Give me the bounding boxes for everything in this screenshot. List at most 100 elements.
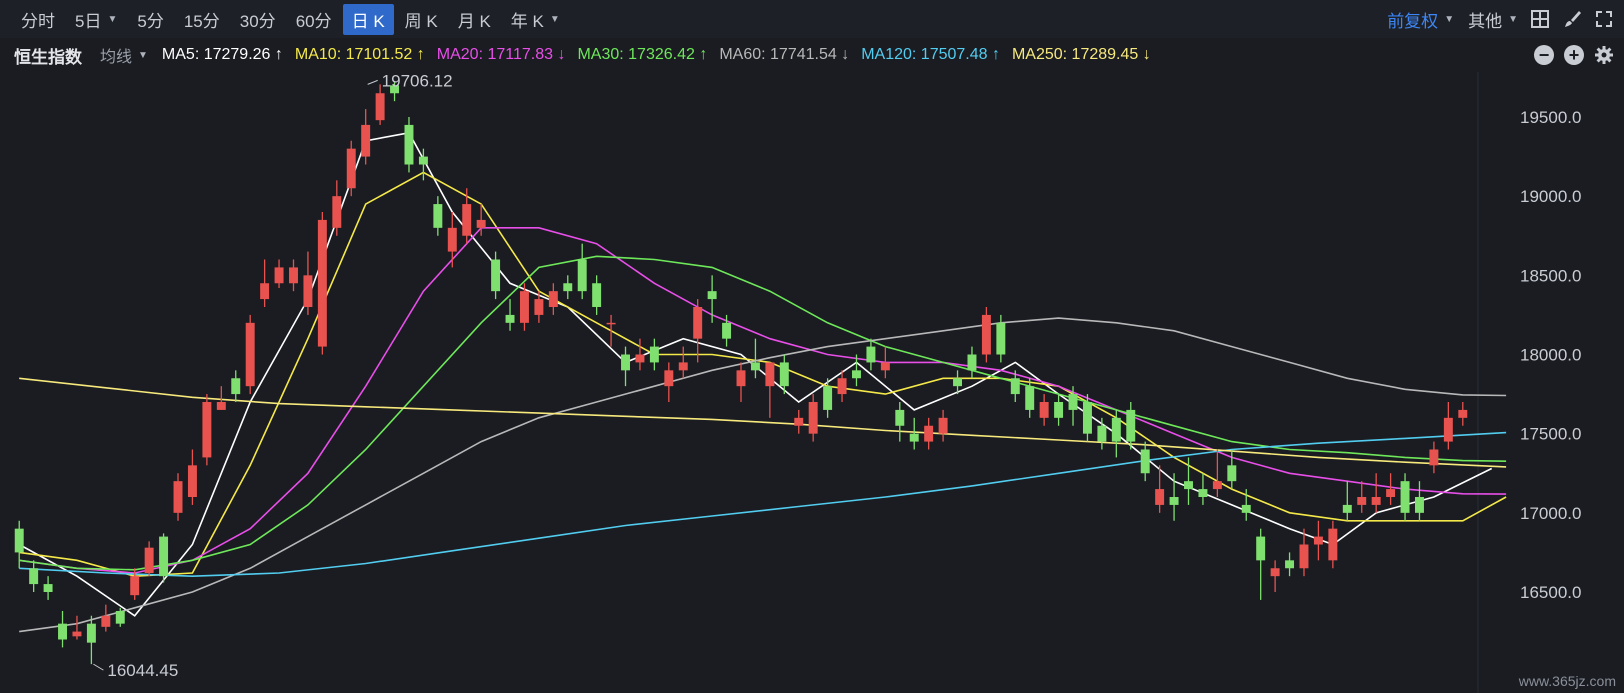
candle-body: [144, 547, 154, 573]
tab-label: 分时: [21, 11, 55, 31]
candle-body: [1227, 465, 1237, 482]
candle-body: [491, 259, 501, 292]
candle-body: [1097, 425, 1107, 442]
candle-body: [58, 623, 67, 640]
candle-body: [909, 433, 919, 442]
ma-line-ma30: [19, 255, 1507, 571]
candle-body: [548, 291, 558, 307]
tab-label: 日 K: [351, 11, 385, 31]
candle-body: [519, 291, 529, 323]
tab-label: 年 K: [510, 11, 544, 31]
candle-body: [1155, 489, 1165, 505]
candle-body: [1299, 544, 1309, 569]
candle-body: [332, 196, 342, 228]
chevron-down-icon: ▼: [107, 13, 118, 25]
candle-body: [1082, 402, 1092, 434]
tab-5[interactable]: 60分: [287, 4, 341, 35]
ma-line-ma60: [19, 317, 1507, 633]
gear-icon[interactable]: [1594, 45, 1614, 65]
ma-selector-label: 均线: [100, 49, 133, 66]
candle-body: [231, 378, 241, 395]
candle-body: [664, 370, 674, 387]
candle-body: [938, 417, 948, 434]
candle-body: [1371, 497, 1381, 505]
tab-label: 月 K: [457, 11, 491, 31]
candle-body: [606, 322, 616, 325]
ma-legend-item: MA120: 17507.48 ↑: [861, 46, 1000, 63]
period-toolbar: 分时 5日 ▼ 5分 15分 30分 60分日 K 周 K 月 K 年 K ▼ 前复权 ▼ 其他 ▼: [0, 0, 1624, 38]
tab-2[interactable]: 5分: [128, 4, 172, 35]
candle-body: [736, 370, 746, 387]
tab-9[interactable]: 年 K ▼: [502, 4, 569, 35]
candle-body: [880, 362, 890, 371]
candle-body: [996, 322, 1006, 355]
candle-body: [505, 314, 515, 323]
candle-body: [346, 148, 356, 189]
candle-body: [1415, 497, 1424, 513]
tab-label: 30分: [239, 11, 276, 31]
candle-body: [187, 465, 197, 497]
candle-body: [1270, 568, 1280, 577]
candle-body: [1357, 497, 1367, 505]
candle-body: [1068, 394, 1078, 410]
tab-1[interactable]: 5日 ▼: [66, 4, 126, 35]
tab-0[interactable]: 分时: [12, 4, 64, 35]
candle-body: [1400, 481, 1410, 513]
candle-body: [1429, 449, 1439, 466]
chevron-down-icon: ▼: [138, 49, 148, 61]
candle-body: [635, 354, 645, 363]
brush-icon[interactable]: [1562, 9, 1582, 29]
candle-body: [534, 299, 544, 315]
candle-body: [1169, 497, 1179, 505]
other-label: 其他: [1468, 11, 1503, 31]
candle-body: [72, 631, 82, 637]
candle-body: [202, 402, 212, 458]
candle-body: [592, 283, 602, 307]
candle-body: [765, 362, 775, 387]
candle-body: [577, 259, 587, 292]
candle-body: [1010, 378, 1020, 395]
tab-4[interactable]: 30分: [231, 4, 285, 35]
candle-body: [115, 611, 125, 624]
candle-body: [678, 362, 688, 371]
candlestick-chart[interactable]: 19500.0 19000.0 18500.0 18000.0 17500.0 17000…: [0, 72, 1624, 693]
adjust-dropdown[interactable]: 前复权 ▼: [1387, 7, 1454, 32]
y-tick-label: 19000.0: [1520, 187, 1581, 206]
ma-legend-item: MA10: 17101.52 ↑: [294, 46, 425, 63]
candle-body: [1313, 536, 1323, 545]
candle-body: [1342, 504, 1352, 513]
candle-body: [967, 354, 977, 371]
tab-7[interactable]: 周 K: [396, 4, 447, 35]
minus-circle-icon[interactable]: −: [1534, 45, 1554, 65]
candle-body: [1140, 449, 1150, 474]
y-tick-label: 16500.0: [1520, 583, 1581, 602]
chevron-down-icon: ▼: [1444, 13, 1455, 25]
ma-selector[interactable]: 均线 ▼: [100, 43, 148, 67]
ma-line-ma10: [19, 171, 1507, 578]
candle-body: [953, 378, 963, 387]
tab-label: 5分: [137, 11, 164, 31]
y-tick-label: 17500.0: [1520, 425, 1581, 444]
candle-body: [895, 409, 905, 426]
chevron-down-icon: ▼: [1508, 13, 1518, 25]
candle-body: [1184, 481, 1193, 490]
tab-label: 5日: [75, 11, 102, 31]
candle-body: [837, 378, 847, 395]
candle-body: [1285, 560, 1295, 569]
candle-body: [852, 370, 861, 379]
expand-icon[interactable]: [1594, 9, 1614, 29]
candle-body: [649, 346, 659, 363]
tab-8[interactable]: 月 K: [449, 4, 500, 35]
ma-legend-item: MA30: 17326.42 ↑: [577, 46, 708, 63]
grid-icon[interactable]: [1530, 9, 1550, 29]
candle-body: [447, 227, 457, 252]
other-dropdown[interactable]: 其他 ▼: [1468, 7, 1518, 32]
chevron-down-icon: ▼: [549, 13, 560, 25]
y-tick-label: 17000.0: [1520, 504, 1581, 523]
plus-circle-icon[interactable]: +: [1564, 45, 1584, 65]
ma-legend-item: MA60: 17741.54 ↓: [719, 46, 850, 63]
annotation-arrow: [367, 79, 378, 85]
index-name: 恒生指数: [14, 47, 82, 67]
tab-6[interactable]: 日 K: [342, 3, 394, 35]
tab-3[interactable]: 15分: [175, 4, 229, 35]
